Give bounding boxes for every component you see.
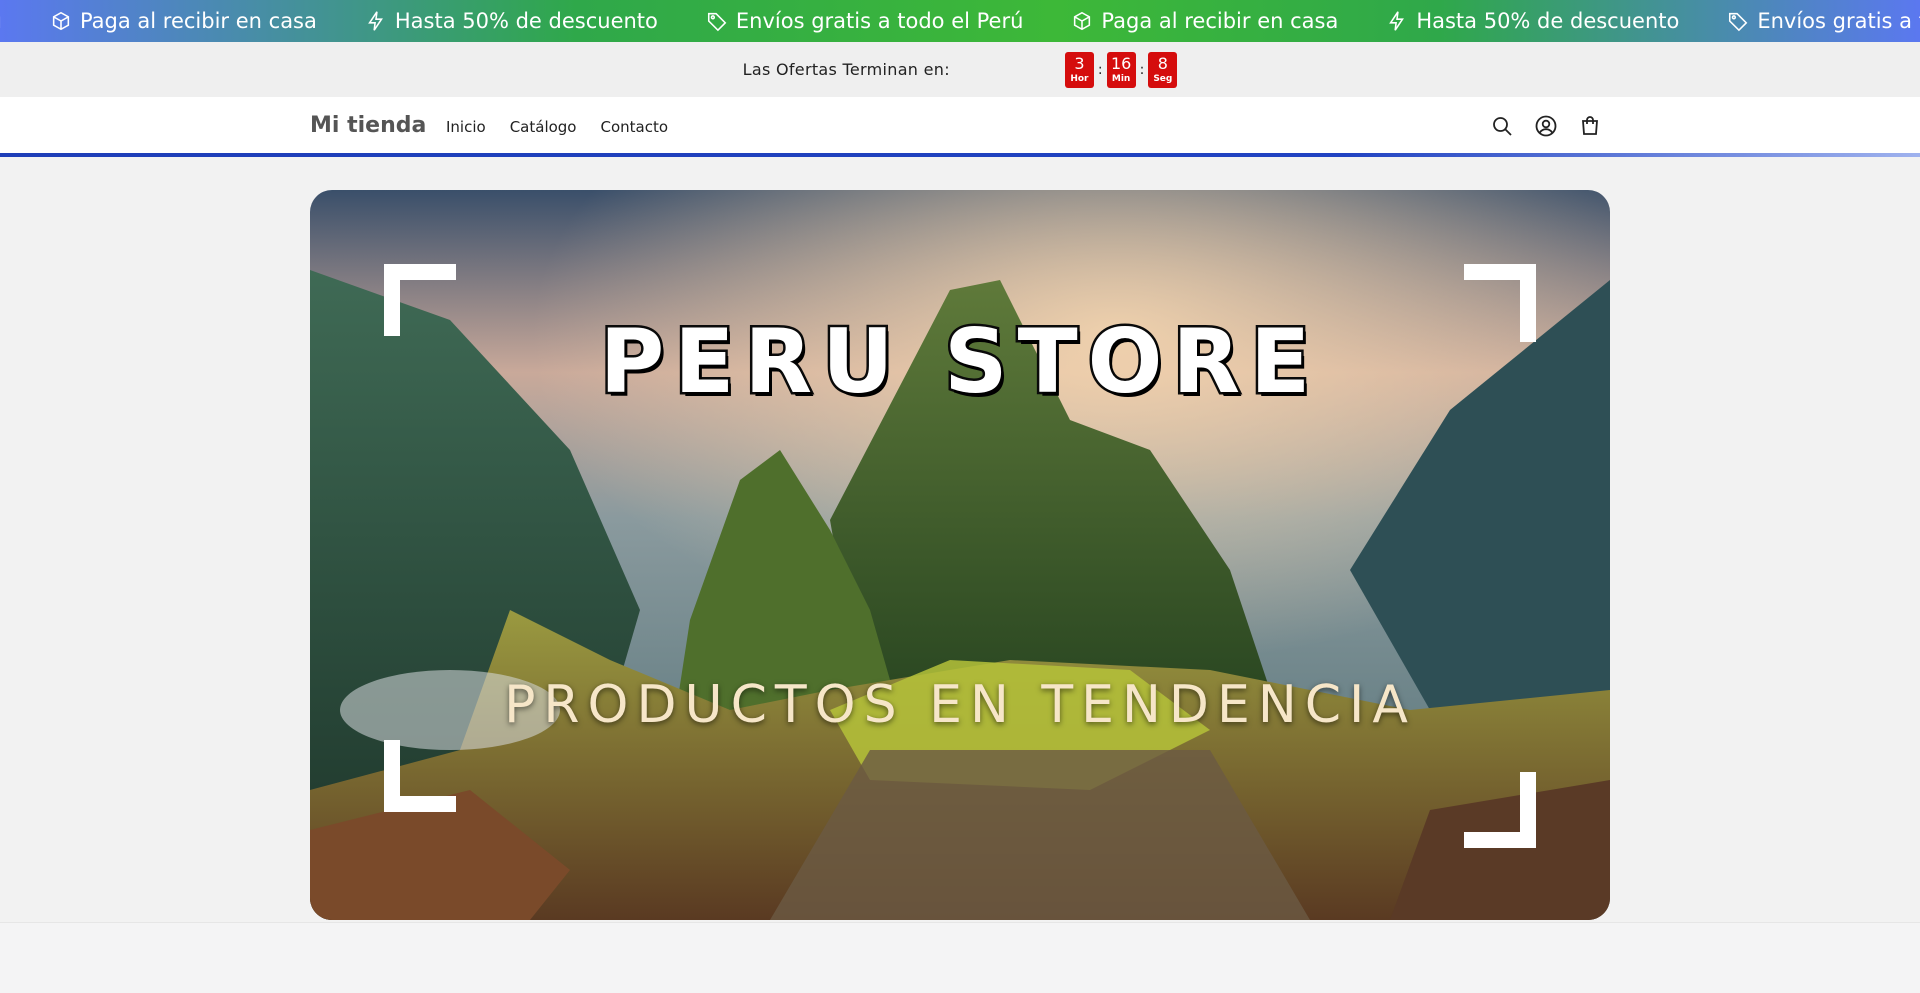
hero-landscape-image [310, 190, 1610, 920]
nav-item-catalogo[interactable]: Catálogo [510, 118, 577, 136]
timer-hours-unit: Hor [1070, 73, 1089, 84]
announcement-fragment: rú [0, 9, 2, 33]
announcement-bar: rú Paga al recibir en casa Hasta 50% de … [0, 0, 1920, 42]
announcement-item: Hasta 50% de descuento [365, 9, 658, 33]
hero-banner[interactable]: PERU STORE PRODUCTOS EN TENDENCIA [310, 190, 1610, 920]
main-nav: Inicio Catálogo Contacto [446, 118, 692, 136]
tag-icon [707, 12, 727, 32]
countdown-label: Las Ofertas Terminan en: [742, 60, 950, 79]
announcement-text: Envíos gratis a todo el Perú [735, 9, 1024, 33]
search-icon [1493, 117, 1512, 136]
brand-logo-link[interactable]: Mi tienda [310, 113, 426, 138]
account-button[interactable] [1534, 114, 1558, 138]
timer-separator: : [1139, 61, 1145, 78]
frame-corner-bottom-right [1464, 772, 1536, 848]
hero-subtitle: PRODUCTOS EN TENDENCIA [504, 675, 1416, 735]
header-actions [1490, 114, 1602, 138]
box-icon [52, 11, 70, 31]
announcement-text: Paga al recibir en casa [79, 9, 317, 33]
timer-minutes: 16 Min [1106, 51, 1136, 88]
timer-seconds: 8 Seg [1148, 51, 1178, 88]
nav-item-contacto[interactable]: Contacto [601, 118, 669, 136]
announcement-item: Envíos gratis a todo el Perú [706, 9, 1024, 33]
announcement-text: Hasta 50% de descuento [394, 9, 658, 33]
timer-seconds-value: 8 [1157, 53, 1168, 73]
timer-hours: 3 Hor [1064, 51, 1094, 88]
box-icon [1074, 11, 1091, 31]
timer-separator: : [1097, 61, 1103, 78]
hero-title: PERU STORE [597, 308, 1321, 416]
cart-icon [1582, 116, 1598, 135]
countdown-bar: Las Ofertas Terminan en: 3 Hor : 16 Min … [0, 42, 1920, 97]
site-header: Mi tienda Inicio Catálogo Contacto [0, 97, 1920, 157]
countdown-timer: 3 Hor : 16 Min : 8 Seg [1064, 51, 1178, 88]
timer-minutes-value: 16 [1110, 53, 1132, 73]
announcement-text: Hasta 50% de descuento [1416, 9, 1680, 33]
announcement-item: Envíos gratis a todo el Perú [1727, 9, 1920, 33]
nav-item-inicio[interactable]: Inicio [446, 118, 486, 136]
frame-corner-bottom-left [384, 740, 456, 812]
page-bottom-section [0, 922, 1920, 993]
announcement-item: Paga al recibir en casa [50, 9, 317, 33]
lightning-icon [368, 11, 383, 31]
announcement-text: Paga al recibir en casa [1101, 9, 1339, 33]
search-button[interactable] [1490, 114, 1514, 138]
announcement-item: Hasta 50% de descuento [1386, 9, 1679, 33]
announcement-track: rú Paga al recibir en casa Hasta 50% de … [0, 0, 1920, 42]
lightning-icon [1389, 11, 1405, 31]
account-icon [1535, 115, 1557, 137]
cart-button[interactable] [1578, 114, 1602, 138]
tag-icon [1729, 12, 1748, 32]
announcement-item: Paga al recibir en casa [1071, 9, 1338, 33]
timer-minutes-unit: Min [1111, 73, 1131, 84]
announcement-text: Envíos gratis a todo el Perú [1757, 9, 1920, 33]
timer-seconds-unit: Seg [1153, 73, 1173, 84]
timer-hours-value: 3 [1074, 53, 1085, 73]
